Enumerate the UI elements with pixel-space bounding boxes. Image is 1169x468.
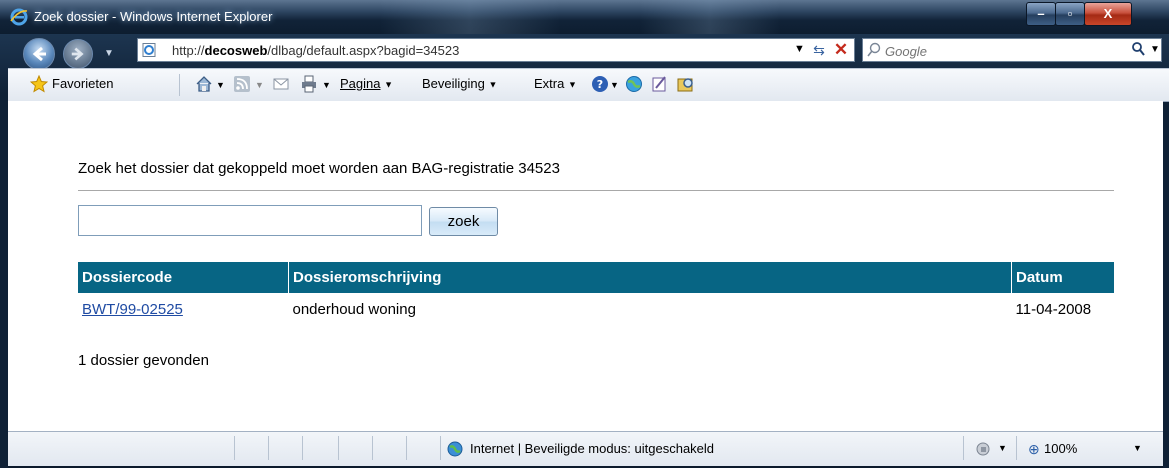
protected-mode-dropdown-icon[interactable]: ▼	[998, 443, 1007, 453]
status-separator	[440, 436, 441, 460]
results-table: Dossiercode Dossieromschrijving Datum BW…	[78, 262, 1114, 325]
extra-menu-caret-icon: ▼	[567, 79, 577, 90]
table-header-row: Dossiercode Dossieromschrijving Datum	[78, 262, 1114, 293]
address-url[interactable]: http://decosweb/dlbag/default.aspx?bagid…	[172, 43, 459, 58]
help-icon[interactable]: ?	[591, 75, 609, 93]
home-dropdown-icon[interactable]: ▼	[216, 80, 225, 90]
forward-button[interactable]	[63, 39, 93, 69]
security-menu-caret-icon: ▼	[488, 79, 498, 90]
url-scheme: http://	[172, 43, 205, 58]
command-bar: Favorieten ▼ ▼ ▼ Pagina ▼ Beveiliging ▼ …	[8, 68, 1169, 102]
status-separator	[372, 436, 373, 460]
stop-icon[interactable]: ✕	[832, 39, 850, 61]
title-bar-glare	[380, 0, 560, 34]
ie-logo-icon	[10, 8, 28, 26]
close-button[interactable]: X	[1084, 2, 1132, 26]
page-menu-label: Pagina	[340, 76, 381, 91]
status-separator	[963, 436, 964, 460]
search-box[interactable]: ▼	[862, 38, 1162, 62]
svg-text:?: ?	[597, 78, 603, 91]
column-header-dossieromschrijving[interactable]: Dossieromschrijving	[288, 262, 1012, 293]
print-dropdown-icon[interactable]: ▼	[322, 80, 331, 90]
internet-zone-globe-icon	[447, 441, 463, 457]
title-bar-glare	[640, 0, 780, 34]
search-go-icon[interactable]	[1131, 41, 1145, 57]
heading-divider	[78, 190, 1114, 191]
home-icon[interactable]	[195, 75, 213, 93]
security-menu-label: Beveiliging	[422, 76, 485, 91]
column-header-datum[interactable]: Datum	[1011, 262, 1114, 293]
blog-icon[interactable]	[651, 75, 669, 93]
zoom-magnifier-icon[interactable]: ⊕	[1028, 441, 1040, 458]
history-dropdown-icon[interactable]: ▼	[104, 48, 114, 59]
window-title: Zoek dossier - Windows Internet Explorer	[34, 9, 273, 24]
maximize-button[interactable]: ▫	[1055, 2, 1085, 26]
refresh-icon[interactable]: ⇆	[810, 41, 828, 59]
status-separator	[1016, 436, 1017, 460]
page-menu-caret-icon: ▼	[384, 79, 394, 90]
page-content: Zoek het dossier dat gekoppeld moet word…	[8, 101, 1163, 431]
date-cell: 11-04-2008	[1015, 300, 1092, 318]
research-globe-icon[interactable]	[625, 75, 643, 93]
feeds-dropdown-icon[interactable]: ▼	[255, 80, 264, 90]
forward-arrow-icon	[71, 47, 84, 61]
read-mail-icon[interactable]	[272, 75, 290, 93]
status-separator	[234, 436, 235, 460]
minimize-button[interactable]: –	[1026, 2, 1056, 26]
table-row: BWT/99-02525 onderhoud woning 11-04-2008	[78, 293, 1114, 325]
window-frame-left	[0, 94, 8, 468]
search-options-dropdown-icon[interactable]: ▼	[1150, 44, 1160, 55]
security-menu[interactable]: Beveiliging ▼	[422, 76, 497, 91]
zoom-level[interactable]: 100%	[1044, 441, 1077, 456]
dossiercode-cell: BWT/99-02525	[78, 293, 289, 325]
back-button[interactable]	[23, 38, 55, 70]
page-heading: Zoek het dossier dat gekoppeld moet word…	[78, 160, 560, 177]
page-menu[interactable]: Pagina ▼	[340, 76, 393, 91]
browser-window: Zoek dossier - Windows Internet Explorer…	[0, 0, 1169, 468]
research-icon[interactable]	[677, 75, 695, 93]
url-path: /dlbag/default.aspx?bagid=34523	[267, 43, 460, 58]
favorites-button[interactable]: Favorieten	[52, 76, 113, 91]
toolbar-separator	[179, 74, 180, 96]
status-bar: Internet | Beveiligde modus: uitgeschake…	[8, 431, 1163, 466]
title-bar: Zoek dossier - Windows Internet Explorer…	[0, 0, 1169, 34]
address-dropdown-icon[interactable]: ▼	[794, 43, 805, 55]
address-bar[interactable]: http://decosweb/dlbag/default.aspx?bagid…	[137, 38, 855, 62]
feeds-icon[interactable]	[233, 75, 251, 93]
zoom-dropdown-icon[interactable]: ▼	[1133, 443, 1142, 453]
protected-mode-icon[interactable]	[974, 441, 992, 457]
extra-menu[interactable]: Extra ▼	[534, 76, 577, 91]
back-arrow-icon	[32, 46, 46, 62]
search-provider-icon	[867, 42, 881, 57]
result-count: 1 dossier gevonden	[78, 352, 209, 369]
favorites-star-icon	[30, 75, 48, 93]
security-zone-text[interactable]: Internet | Beveiligde modus: uitgeschake…	[470, 441, 714, 456]
status-separator	[302, 436, 303, 460]
window-frame-right	[1163, 101, 1169, 468]
description-cell: onderhoud woning	[292, 300, 416, 318]
page-icon	[142, 43, 156, 57]
search-input[interactable]	[883, 41, 1127, 61]
help-dropdown-icon[interactable]: ▼	[610, 80, 619, 90]
dossier-search-input[interactable]	[78, 205, 422, 236]
dossier-link[interactable]: BWT/99-02525	[82, 301, 183, 318]
column-header-dossiercode[interactable]: Dossiercode	[78, 262, 289, 293]
print-icon[interactable]	[300, 75, 318, 93]
search-button[interactable]: zoek	[429, 207, 498, 236]
status-separator	[268, 436, 269, 460]
url-host: decosweb	[204, 43, 268, 58]
status-separator	[338, 436, 339, 460]
status-separator	[406, 436, 407, 460]
extra-menu-label: Extra	[534, 76, 565, 91]
